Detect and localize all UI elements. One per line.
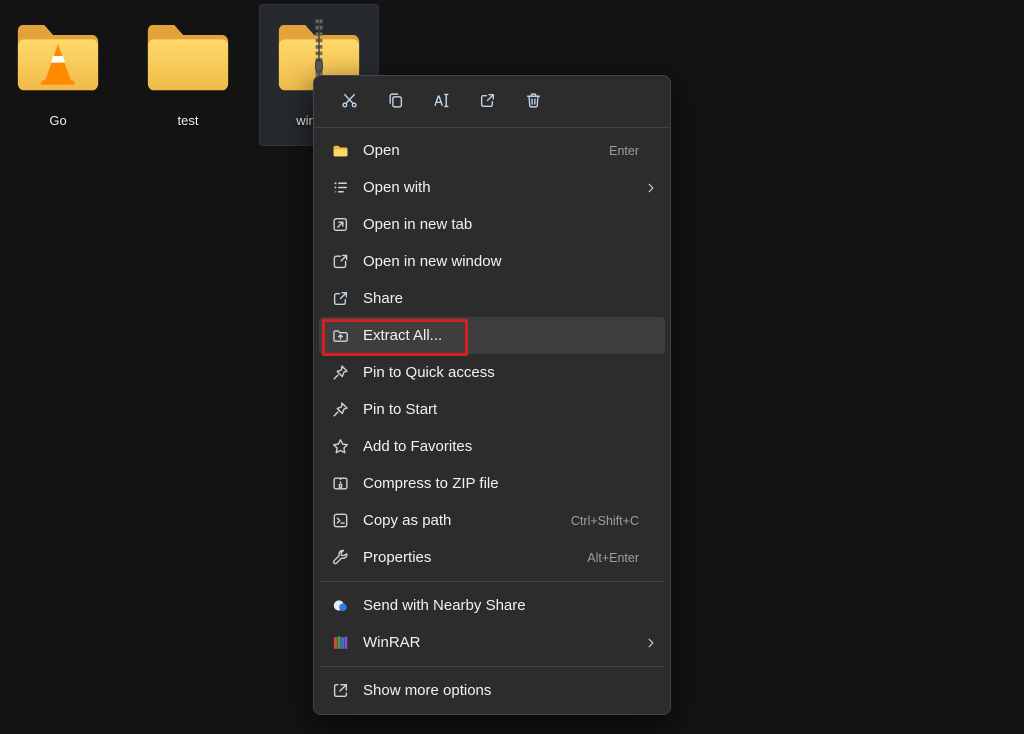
menu-item-label: Compress to ZIP file	[363, 475, 657, 492]
open-with-icon	[331, 179, 349, 197]
menu-item-shortcut: Alt+Enter	[587, 551, 639, 565]
menu-item-open-in-new-window[interactable]: Open in new window	[319, 243, 665, 280]
menu-item-copy-as-path[interactable]: Copy as pathCtrl+Shift+C	[319, 502, 665, 539]
delete-button[interactable]	[512, 84, 554, 120]
menu-item-compress-to-zip-file[interactable]: Compress to ZIP file	[319, 465, 665, 502]
folder-icon	[140, 14, 236, 103]
delete-icon	[525, 92, 542, 112]
folder-go[interactable]: Go	[2, 4, 114, 146]
share-icon	[331, 290, 349, 308]
menu-item-open-in-new-tab[interactable]: Open in new tab	[319, 206, 665, 243]
cut-icon	[341, 92, 358, 112]
menu-item-winrar[interactable]: WinRAR	[319, 624, 665, 661]
menu-item-shortcut: Ctrl+Shift+C	[571, 514, 639, 528]
menu-item-label: Extract All...	[363, 327, 657, 344]
menu-item-shortcut: Enter	[609, 144, 639, 158]
menu-item-label: Properties	[363, 549, 587, 566]
menu-item-label: Open in new tab	[363, 216, 657, 233]
menu-item-label: Open with	[363, 179, 643, 196]
winrar-icon	[331, 634, 349, 652]
menu-item-open[interactable]: OpenEnter	[319, 132, 665, 169]
menu-separator	[320, 666, 664, 667]
menu-item-add-to-favorites[interactable]: Add to Favorites	[319, 428, 665, 465]
favorite-icon	[331, 438, 349, 456]
cut-button[interactable]	[328, 84, 370, 120]
menu-item-label: Share	[363, 290, 657, 307]
new-tab-icon	[331, 216, 349, 234]
menu-item-label: Pin to Start	[363, 401, 657, 418]
folder-label: test	[178, 113, 199, 128]
compress-icon	[331, 475, 349, 493]
open-icon	[331, 142, 349, 160]
menu-item-extract-all[interactable]: Extract All...	[319, 317, 665, 354]
menu-item-properties[interactable]: PropertiesAlt+Enter	[319, 539, 665, 576]
menu-item-label: Open	[363, 142, 609, 159]
extract-icon	[331, 327, 349, 345]
menu-item-label: Open in new window	[363, 253, 657, 270]
menu-item-show-more-options[interactable]: Show more options	[319, 672, 665, 709]
folder-test[interactable]: test	[132, 4, 244, 146]
rename-icon	[433, 92, 450, 112]
menu-item-label: Send with Nearby Share	[363, 597, 657, 614]
pin-icon	[331, 364, 349, 382]
menu-item-label: WinRAR	[363, 634, 643, 651]
menu-separator	[320, 581, 664, 582]
menu-item-share[interactable]: Share	[319, 280, 665, 317]
rename-button[interactable]	[420, 84, 462, 120]
menu-list: OpenEnter Open with Open in new tab Open in…	[314, 128, 670, 709]
chevron-right-icon	[643, 182, 657, 194]
folder-label: Go	[49, 113, 66, 128]
menu-item-label: Copy as path	[363, 512, 571, 529]
copy-path-icon	[331, 512, 349, 530]
folder-vlc-icon	[10, 14, 106, 103]
copy-icon	[387, 92, 404, 112]
properties-icon	[331, 549, 349, 567]
menu-item-open-with[interactable]: Open with	[319, 169, 665, 206]
menu-item-label: Pin to Quick access	[363, 364, 657, 381]
chevron-right-icon	[643, 637, 657, 649]
share-button[interactable]	[466, 84, 508, 120]
share-icon	[479, 92, 496, 112]
context-menu: OpenEnter Open with Open in new tab Open in…	[313, 75, 671, 715]
menu-item-pin-to-start[interactable]: Pin to Start	[319, 391, 665, 428]
show-more-icon	[331, 682, 349, 700]
menu-item-send-with-nearby-share[interactable]: Send with Nearby Share	[319, 587, 665, 624]
menu-toolbar	[314, 76, 670, 128]
menu-item-pin-to-quick-access[interactable]: Pin to Quick access	[319, 354, 665, 391]
desktop: Gotestwinaero OpenEnterOpen withOpen in …	[0, 0, 1024, 734]
nearby-share-icon	[331, 597, 349, 615]
copy-button[interactable]	[374, 84, 416, 120]
menu-item-label: Show more options	[363, 682, 657, 699]
pin-icon	[331, 401, 349, 419]
new-window-icon	[331, 253, 349, 271]
menu-item-label: Add to Favorites	[363, 438, 657, 455]
